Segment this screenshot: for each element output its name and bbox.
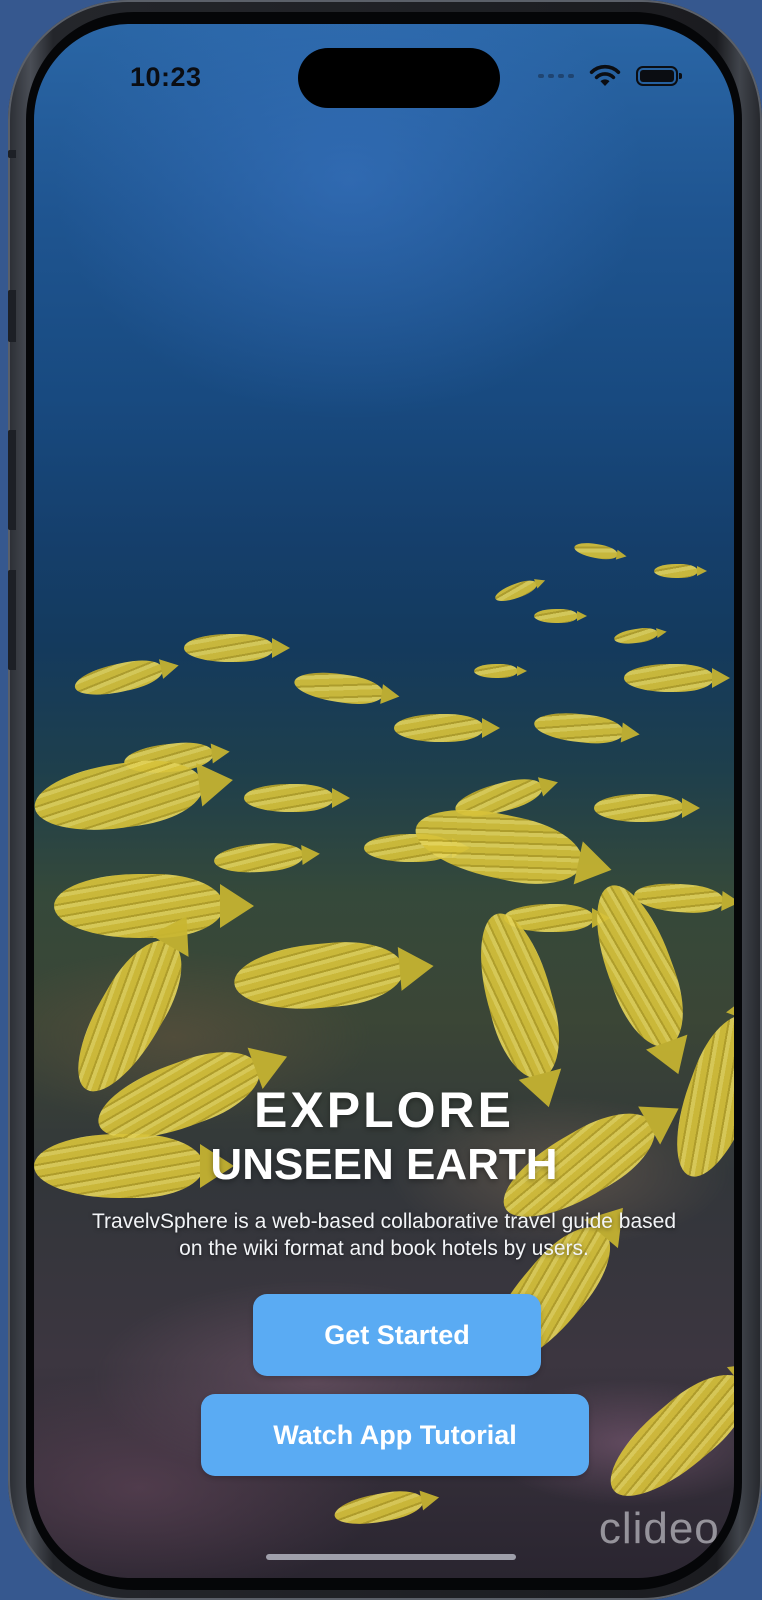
cellular-icon xyxy=(538,74,574,78)
hero-title-line1: EXPLORE xyxy=(254,1082,514,1138)
fish-decoration xyxy=(573,540,619,562)
fish-decoration xyxy=(184,634,290,662)
hero-description: TravelvSphere is a web-based collaborati… xyxy=(91,1210,677,1260)
fish-decoration xyxy=(594,794,700,822)
watch-tutorial-button[interactable]: Watch App Tutorial xyxy=(201,1394,589,1476)
side-button-action xyxy=(8,570,16,670)
fish-decoration xyxy=(534,609,587,623)
wifi-icon xyxy=(589,64,621,86)
side-button-volume-up xyxy=(8,290,16,342)
fish-decoration xyxy=(244,784,350,812)
watermark-text: clideo.c xyxy=(598,1504,734,1553)
get-started-button[interactable]: Get Started xyxy=(253,1294,541,1376)
fish-decoration xyxy=(394,714,500,742)
status-icons xyxy=(538,64,682,88)
fish-decoration xyxy=(613,626,659,646)
dynamic-island xyxy=(298,48,500,108)
side-button-mute xyxy=(8,150,16,158)
fish-decoration xyxy=(492,576,540,606)
fish-decoration xyxy=(474,664,527,678)
fish-decoration xyxy=(624,664,730,692)
fish-decoration xyxy=(654,564,707,578)
battery-icon xyxy=(636,66,682,86)
hero-section: EXPLORE UNSEEN EARTH TravelvSphere is a … xyxy=(34,1082,734,1262)
status-bar: 10:23 xyxy=(34,24,734,134)
side-button-volume-down xyxy=(8,430,16,530)
hero-title-line2: UNSEEN EARTH xyxy=(210,1140,558,1189)
app-screen: 10:23 EXPLORE UNSEEN EARTH TravelvSphere… xyxy=(34,24,734,1578)
home-indicator[interactable] xyxy=(266,1554,516,1560)
phone-frame: 10:23 EXPLORE UNSEEN EARTH TravelvSphere… xyxy=(8,0,762,1600)
status-time: 10:23 xyxy=(130,62,202,92)
